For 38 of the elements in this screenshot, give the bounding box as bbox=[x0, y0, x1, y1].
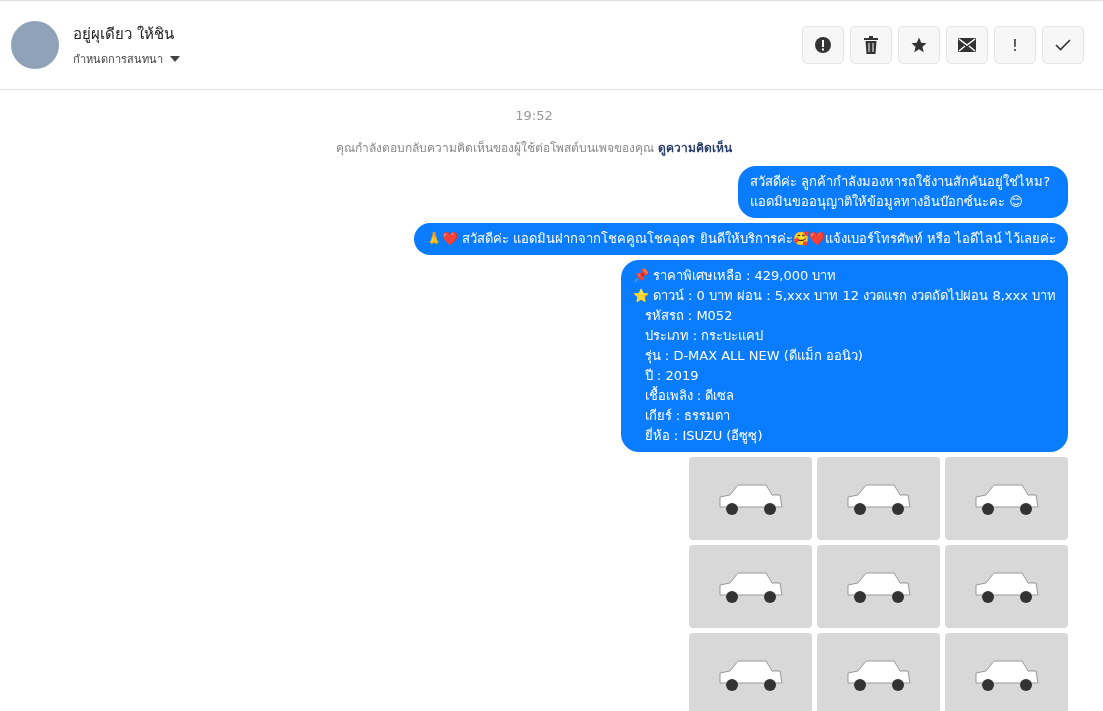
photo-placeholder[interactable] bbox=[945, 633, 1068, 711]
photo-placeholder[interactable] bbox=[689, 545, 812, 628]
message-text: ประเภท : กระบะแคป bbox=[643, 327, 765, 345]
star-button[interactable] bbox=[898, 26, 940, 64]
mail-button[interactable] bbox=[946, 26, 988, 64]
message-text: รุ่น : D-MAX ALL NEW (ดีแม็ก ออนิว) bbox=[643, 346, 864, 366]
photo-placeholder[interactable] bbox=[817, 545, 940, 628]
photo-placeholder[interactable] bbox=[689, 457, 812, 540]
mail-icon bbox=[958, 38, 976, 52]
done-button[interactable] bbox=[1042, 26, 1084, 64]
message-text: สวัสดีค่ะ ลูกค้ากำลังมองหารถใช้งานสักคันอยู่ใช่ไหม? แอดมินขออนุญาติให้ข้อมูลทางอินบ๊อกซ์นะคะ 😊 bbox=[750, 173, 1052, 212]
photo-placeholder[interactable] bbox=[945, 457, 1068, 540]
timestamp: 19:52 bbox=[515, 108, 553, 123]
delete-button[interactable] bbox=[850, 26, 892, 64]
alert-icon bbox=[814, 36, 832, 54]
photo-placeholder[interactable] bbox=[945, 545, 1068, 628]
message-text: เชื้อเพลิง : ดีเซล bbox=[643, 386, 736, 405]
photo-placeholder[interactable] bbox=[817, 633, 940, 711]
photo-placeholder[interactable] bbox=[817, 457, 940, 540]
report-button[interactable] bbox=[802, 26, 844, 64]
avatar bbox=[11, 21, 59, 69]
photo-placeholder[interactable] bbox=[689, 633, 812, 711]
conversation-settings-dropdown[interactable]: กำหนดการสนทนา bbox=[73, 50, 181, 68]
message-text: 📌 ราคาพิเศษเหลือ : 429,000 บาท bbox=[632, 267, 838, 285]
star-icon bbox=[910, 36, 928, 54]
message-text: ปี : 2019 bbox=[643, 367, 700, 385]
caret-icon bbox=[169, 55, 181, 63]
message-text: รหัสรถ : M052 bbox=[643, 307, 734, 325]
message-text: 🙏❤ สวัสดีค่ะ แอดมินฝากจากโชคคูณโชคอุดร ยินดีให้บริการค่ะ🥰❤แจ้งเบอร์โทรศัพท์ หรือ ไอดีไลน์ ไว้เลยค่ะ bbox=[426, 230, 1056, 249]
reply-notice: คุณกำลังตอบกลับความคิดเห็นของผู้ใช้ต่อโพสต์บนเพจของคุณ bbox=[336, 139, 654, 157]
view-comment-link[interactable]: ดูความคิดเห็น bbox=[658, 138, 732, 157]
message-text: เกียร์ : ธรรมดา bbox=[643, 407, 732, 425]
check-icon bbox=[1055, 39, 1071, 51]
trash-icon bbox=[863, 36, 879, 54]
contact-name: อยู่ผุเดียว ให้ชิน bbox=[73, 24, 175, 46]
message-text: ⭐ ดาวน์ : 0 บาท ผ่อน : 5,xxx บาท 12 งวดแรก งวดถัดไปผ่อน 8,xxx บาท bbox=[632, 287, 1056, 305]
message-text: ยี่ห้อ : ISUZU (อีซูซุ) bbox=[643, 426, 764, 446]
mark-important-button[interactable]: ! bbox=[994, 26, 1036, 64]
